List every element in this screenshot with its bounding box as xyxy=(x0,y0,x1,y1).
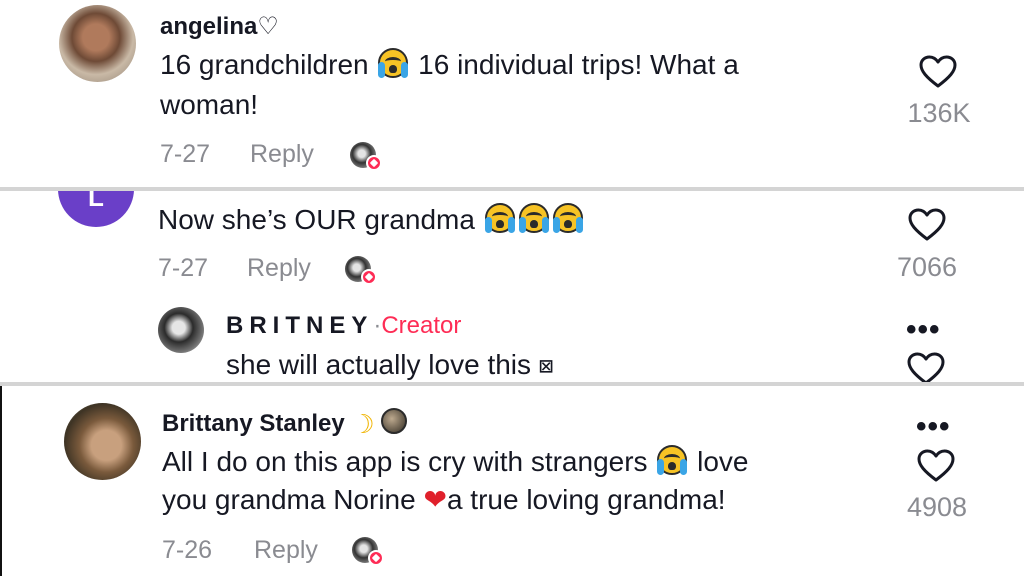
avatar[interactable] xyxy=(59,5,136,82)
comment-text: Now she’s OUR grandma xyxy=(158,204,475,235)
heart-outline-icon[interactable] xyxy=(918,54,958,90)
more-dots-icon[interactable]: ••• xyxy=(916,412,951,442)
comment-text: 16 individual trips! What a xyxy=(418,49,739,80)
red-heart-emoji: ❤ xyxy=(423,484,447,515)
creator-badge: Creator xyxy=(381,312,462,339)
creator-liked-avatar-icon xyxy=(352,537,388,567)
heart-outline-icon[interactable] xyxy=(906,351,946,382)
comment-date: 7-26 xyxy=(162,536,213,564)
like-count: 7066 xyxy=(896,252,958,282)
reply-text: she will actually love this xyxy=(226,349,532,380)
comment-date: 7-27 xyxy=(160,140,211,168)
loudly-crying-face-emoji xyxy=(484,203,515,233)
heart-outline-icon[interactable] xyxy=(907,207,947,243)
comment-text: 16 grandchildren xyxy=(160,49,369,80)
comment-item: L Now she’s OUR grandma 7-27 Reply 7066 … xyxy=(0,191,1024,382)
more-dots-icon[interactable]: ••• xyxy=(906,315,941,345)
unsupported-glyph: ⊠ xyxy=(538,352,554,380)
creator-liked-avatar-icon xyxy=(350,142,386,172)
comment-username[interactable]: Brittany Stanley ☽ xyxy=(162,408,408,440)
reply-username-text: BRITNEY xyxy=(226,312,374,339)
comment-text-line: All I do on this app is cry with strange… xyxy=(162,443,748,481)
comment-text-line: you grandma Norine ❤a true loving grandm… xyxy=(162,481,726,519)
comment-text-line: 16 grandchildren 16 individual trips! Wh… xyxy=(160,46,739,84)
comment-username[interactable]: angelina♡ xyxy=(160,12,279,41)
comment-text-line: woman! xyxy=(160,89,259,120)
reply-button[interactable]: Reply xyxy=(250,140,314,169)
planet-emoji xyxy=(381,408,408,434)
comment-text: a true loving grandma! xyxy=(446,484,726,515)
comment-text-line: Now she’s OUR grandma xyxy=(158,201,585,239)
comment-date: 7-27 xyxy=(158,254,209,282)
comment-text: All I do on this app is cry with strange… xyxy=(162,446,648,477)
avatar[interactable] xyxy=(64,403,141,480)
comment-item: angelina♡ 16 grandchildren 16 individual… xyxy=(0,0,1024,187)
like-count: 4908 xyxy=(906,492,968,522)
avatar-letter: L xyxy=(88,191,104,212)
creator-liked-avatar-icon xyxy=(345,256,381,286)
loudly-crying-face-emoji xyxy=(378,48,409,78)
reply-username[interactable]: BRITNEY·Creator xyxy=(226,312,461,340)
loudly-crying-face-emoji xyxy=(657,445,688,475)
loudly-crying-face-emoji xyxy=(552,203,583,233)
loudly-crying-face-emoji xyxy=(518,203,549,233)
comment-username-text: Brittany Stanley xyxy=(162,410,345,437)
creator-avatar[interactable] xyxy=(158,307,204,353)
crescent-moon-emoji: ☽ xyxy=(351,409,375,439)
avatar[interactable]: L xyxy=(58,191,134,227)
comment-text: you grandma Norine xyxy=(162,484,416,515)
reply-text-line: she will actually love this ⊠ xyxy=(226,346,553,382)
comment-item: Brittany Stanley ☽ All I do on this app … xyxy=(0,386,1024,576)
heart-outline-icon[interactable] xyxy=(916,448,956,484)
reply-button[interactable]: Reply xyxy=(247,254,311,283)
like-count: 136K xyxy=(907,98,971,128)
comment-text: love xyxy=(697,446,749,477)
reply-button[interactable]: Reply xyxy=(254,536,318,565)
